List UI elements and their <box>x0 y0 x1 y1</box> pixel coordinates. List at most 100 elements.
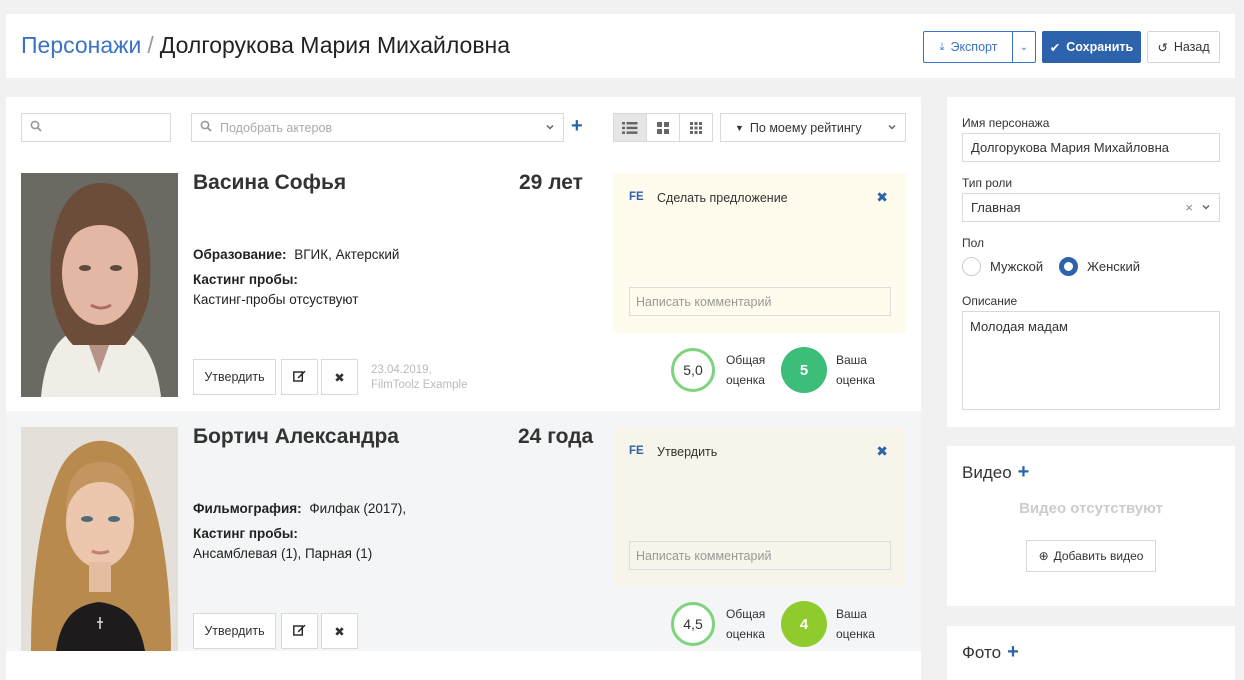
sort-label: По моему рейтингу <box>749 120 862 135</box>
actor-name[interactable]: Бортич Александра <box>193 425 399 449</box>
close-icon: ✖ <box>334 370 345 385</box>
gender-female-label[interactable]: Женский <box>1087 259 1140 274</box>
video-section-title: Видео + <box>962 462 1029 483</box>
sort-select[interactable]: ▼ По моему рейтингу <box>720 113 906 142</box>
actor-filmography: Фильмография: Филфак (2017), <box>193 501 406 516</box>
casting-label: Кастинг пробы: <box>193 272 298 287</box>
video-panel: Видео + Видео отсутствуют ⊕ Добавить виде… <box>947 446 1235 606</box>
character-details-panel: Имя персонажа Долгорукова Мария Михайлов… <box>947 97 1235 427</box>
comment-title: Сделать предложение <box>657 191 788 205</box>
view-mode-toggle <box>613 113 713 142</box>
edit-icon <box>293 370 306 385</box>
check-icon: ✔ <box>1049 40 1061 55</box>
filmography-label: Фильмография: <box>193 501 302 516</box>
export-dropdown-button[interactable]: ⌄ <box>1012 31 1036 63</box>
add-video-button[interactable]: ⊕ Добавить видео <box>1026 540 1156 572</box>
approve-label: Утвердить <box>204 624 265 638</box>
actor-name[interactable]: Васина Софья <box>193 171 346 195</box>
search-input[interactable] <box>21 113 171 142</box>
character-name-input[interactable]: Долгорукова Мария Михайловна <box>962 133 1220 162</box>
export-label: Экспорт <box>950 40 998 54</box>
your-score[interactable]: 5 <box>781 347 827 393</box>
close-icon: ✖ <box>334 624 345 639</box>
actor-age: 24 года <box>518 425 594 448</box>
filmography-value: Филфак (2017), <box>309 501 407 516</box>
comment-placeholder: Написать комментарий <box>636 294 772 309</box>
chevron-down-icon: ⌄ <box>1019 41 1029 53</box>
gender-male-label[interactable]: Мужской <box>990 259 1043 274</box>
overall-score-label: Общая оценка <box>726 350 765 390</box>
your-label-line1: Ваша <box>836 607 867 621</box>
add-video-plus-icon[interactable]: + <box>1018 461 1030 483</box>
edit-button[interactable] <box>281 613 318 649</box>
breadcrumb-link-characters[interactable]: Персонажи <box>21 32 141 58</box>
actor-author: FilmToolz Example <box>371 379 468 391</box>
photo-section-title: Фото + <box>962 642 1019 663</box>
gender-female-radio[interactable] <box>1059 257 1078 276</box>
overall-score: 5,0 <box>671 348 715 392</box>
role-type-value: Главная <box>971 200 1021 215</box>
remove-button[interactable]: ✖ <box>321 359 358 395</box>
actor-education: Образование: ВГИК, Актерский <box>193 247 399 262</box>
your-label-line2: оценка <box>836 627 875 641</box>
next-actor-card <box>6 666 921 680</box>
comment-placeholder: Написать комментарий <box>636 548 772 563</box>
small-grid-view-icon[interactable] <box>680 114 712 141</box>
clear-icon[interactable]: × <box>1185 200 1193 215</box>
page-title: Долгорукова Мария Михайловна <box>159 32 511 58</box>
search-icon <box>30 120 42 135</box>
actors-picker-input[interactable]: Подобрать актеров <box>191 113 564 142</box>
comment-input[interactable]: Написать комментарий <box>629 541 891 570</box>
plus-circle-icon: ⊕ <box>1038 549 1049 563</box>
caret-down-icon: ▼ <box>735 122 744 133</box>
name-field-label: Имя персонажа <box>962 116 1050 130</box>
gender-label: Пол <box>962 236 985 250</box>
comment-box: FE Утвердить ✖ Написать комментарий <box>613 427 906 587</box>
remove-button[interactable]: ✖ <box>321 613 358 649</box>
actor-photo <box>21 427 178 651</box>
description-textarea[interactable]: Молодая мадам <box>962 311 1220 410</box>
add-photo-plus-icon[interactable]: + <box>1007 641 1019 663</box>
page-header: Персонажи / Долгорукова Мария Михайловна ⤓… <box>6 14 1235 78</box>
casting-label: Кастинг пробы: <box>193 526 298 541</box>
actor-casting-value: Ансамблевая (1), Парная (1) <box>193 546 373 561</box>
edit-button[interactable] <box>281 359 318 395</box>
video-empty-message: Видео отсутствуют <box>1019 500 1163 517</box>
actor-card: Бортич Александра 24 года Фильмография: … <box>6 411 921 651</box>
actor-casting-value: Кастинг-пробы отсуствуют <box>193 292 359 307</box>
actor-casting-label: Кастинг пробы: <box>193 526 302 541</box>
export-button[interactable]: ⤓ Экспорт <box>923 31 1013 63</box>
description-label: Описание <box>962 294 1018 308</box>
approve-button[interactable]: Утвердить <box>193 359 276 395</box>
actor-photo <box>21 173 178 397</box>
back-button[interactable]: ↺ Назад <box>1147 31 1220 63</box>
your-score-label: Ваша оценка <box>836 604 875 644</box>
gender-male-radio[interactable] <box>962 257 981 276</box>
your-score-label: Ваша оценка <box>836 350 875 390</box>
approve-button[interactable]: Утвердить <box>193 613 276 649</box>
undo-icon: ↺ <box>1157 40 1168 55</box>
role-type-label: Тип роли <box>962 176 1013 190</box>
actor-meta: 23.04.2019, FilmToolz Example <box>371 363 468 393</box>
close-icon[interactable]: ✖ <box>876 189 888 206</box>
close-icon[interactable]: ✖ <box>876 443 888 460</box>
breadcrumb: Персонажи / Долгорукова Мария Михайловна <box>21 32 510 59</box>
add-actor-plus-icon[interactable]: + <box>571 116 583 136</box>
save-button[interactable]: ✔ Сохранить <box>1042 31 1141 63</box>
overall-label-line1: Общая <box>726 607 766 621</box>
comment-author-tag: FE <box>629 445 644 457</box>
education-value: ВГИК, Актерский <box>294 247 400 262</box>
comment-input[interactable]: Написать комментарий <box>629 287 891 316</box>
actors-panel: Подобрать актеров + ▼ По моему рейтингу <box>6 97 921 680</box>
comment-box: FE Сделать предложение ✖ Написать коммен… <box>613 173 906 333</box>
grid-view-icon[interactable] <box>647 114 680 141</box>
your-score[interactable]: 4 <box>781 601 827 647</box>
overall-score: 4,5 <box>671 602 715 646</box>
video-title: Видео <box>962 463 1012 482</box>
photo-panel: Фото + <box>947 626 1235 680</box>
comment-title: Утвердить <box>657 445 718 459</box>
chevron-down-icon <box>545 121 555 135</box>
role-type-select[interactable]: Главная × <box>962 193 1220 222</box>
actor-date: 23.04.2019, <box>371 364 432 376</box>
list-view-icon[interactable] <box>614 114 647 141</box>
